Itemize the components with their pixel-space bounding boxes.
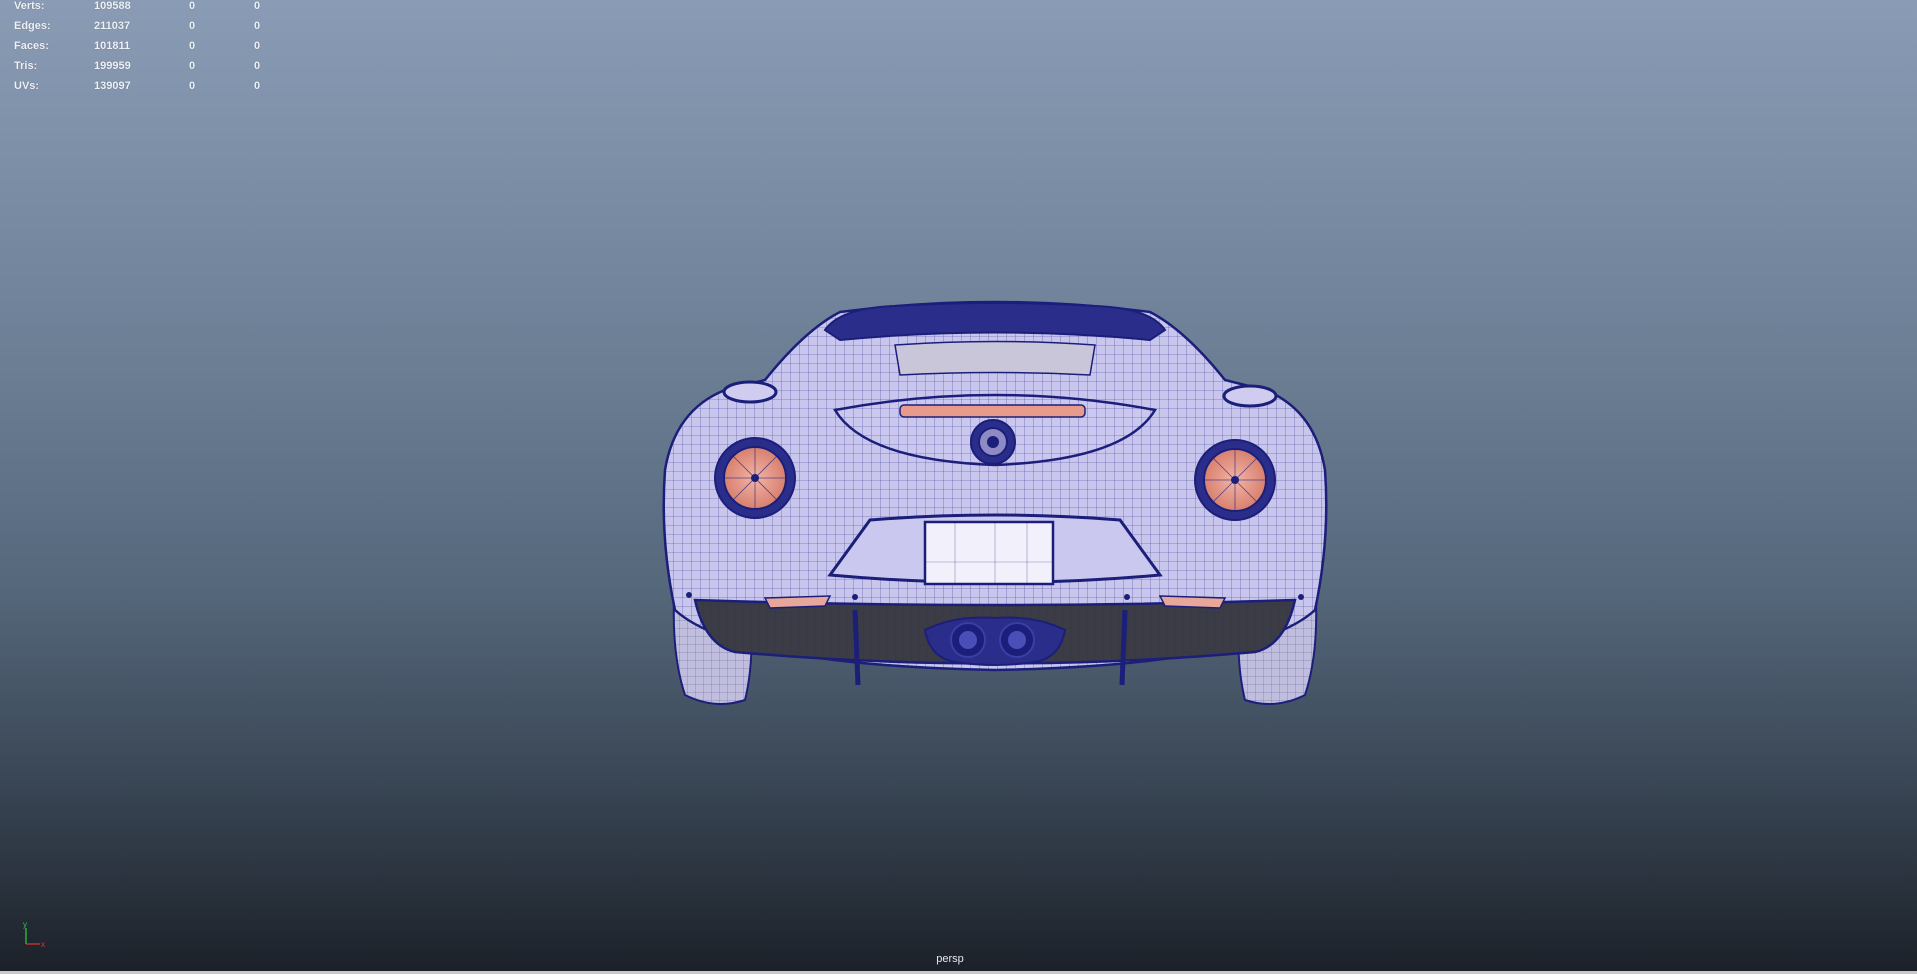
hud-selected: 0 <box>189 40 196 52</box>
hud-row-faces: Faces: 101811 0 0 <box>14 40 274 60</box>
third-brake-light <box>899 404 1086 418</box>
right-mirror <box>1222 384 1278 408</box>
poly-count-hud: Verts: 109588 0 0 Edges: 211037 0 0 Face… <box>14 0 274 100</box>
hud-total: 109588 <box>94 0 131 12</box>
hud-label: Faces: <box>14 40 49 52</box>
car-wireframe-model[interactable] <box>655 300 1335 710</box>
hud-label: Tris: <box>14 60 38 72</box>
hud-selected: 0 <box>189 0 196 12</box>
camera-name-label: persp <box>936 953 964 965</box>
hud-row-uvs: UVs: 139097 0 0 <box>14 80 274 100</box>
exhaust-surround <box>923 616 1067 666</box>
viewport-3d[interactable]: Verts: 109588 0 0 Edges: 211037 0 0 Face… <box>0 0 1917 971</box>
hud-selected: 0 <box>189 80 196 92</box>
hud-component: 0 <box>254 60 261 72</box>
hud-component: 0 <box>254 20 261 32</box>
rear-window <box>894 340 1096 376</box>
hud-row-edges: Edges: 211037 0 0 <box>14 20 274 40</box>
hud-total: 211037 <box>94 20 131 32</box>
diffuser-fin-left <box>852 609 861 686</box>
axis-gizmo-icon: y x <box>23 920 45 949</box>
hud-label: Verts: <box>14 0 45 12</box>
hud-row-verts: Verts: 109588 0 0 <box>14 0 274 20</box>
diffuser-fin-right <box>1119 609 1128 686</box>
hud-total: 139097 <box>94 80 131 92</box>
hud-selected: 0 <box>189 20 196 32</box>
left-mirror <box>722 380 778 404</box>
hud-component: 0 <box>254 0 261 12</box>
hud-component: 0 <box>254 80 261 92</box>
y-axis-label: y <box>23 920 27 929</box>
hud-label: UVs: <box>14 80 40 92</box>
hud-total: 199959 <box>94 60 131 72</box>
hud-total: 101811 <box>94 40 131 52</box>
license-plate <box>923 520 1055 586</box>
hud-selected: 0 <box>189 60 196 72</box>
hud-component: 0 <box>254 40 261 52</box>
left-reflector <box>763 595 832 609</box>
hud-row-tris: Tris: 199959 0 0 <box>14 60 274 80</box>
hud-label: Edges: <box>14 20 51 32</box>
right-reflector <box>1158 595 1227 609</box>
x-axis-label: x <box>41 940 45 949</box>
